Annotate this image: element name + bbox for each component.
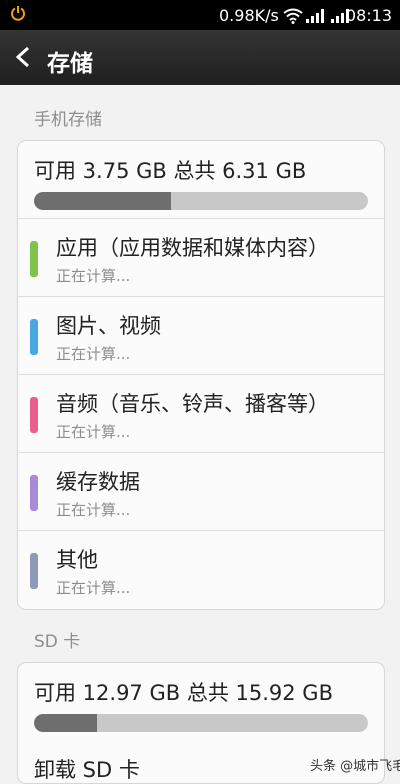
- storage-item-label: 图片、视频: [56, 314, 161, 338]
- storage-item-other[interactable]: 其他 正在计算...: [18, 530, 384, 608]
- watermark: 头条 @城市飞毛腿: [310, 759, 400, 774]
- power-icon: [11, 6, 25, 21]
- status-bar: 0.98K/s 08:13: [0, 0, 400, 30]
- storage-item-label: 缓存数据: [56, 470, 140, 494]
- phone-storage-summary: 可用 3.75 GB 总共 6.31 GB: [34, 159, 307, 183]
- color-swatch: [30, 553, 38, 589]
- network-speed: 0.98K/s: [219, 6, 279, 25]
- wifi-icon: [283, 8, 303, 24]
- sd-card-usage-fill: [34, 714, 98, 732]
- color-swatch: [30, 319, 38, 355]
- storage-item-status: 正在计算...: [56, 423, 131, 441]
- clock: 08:13: [345, 6, 392, 25]
- storage-item-audio[interactable]: 音频（音乐、铃声、播客等） 正在计算...: [18, 374, 384, 452]
- sd-card-usage-bar: [34, 714, 368, 732]
- storage-item-label: 应用（应用数据和媒体内容）: [56, 236, 329, 260]
- storage-item-apps[interactable]: 应用（应用数据和媒体内容） 正在计算...: [18, 218, 384, 296]
- chevron-left-icon[interactable]: [14, 46, 32, 68]
- storage-item-status: 正在计算...: [56, 579, 131, 597]
- page-title: 存储: [47, 51, 93, 77]
- phone-storage-heading: 手机存储: [34, 110, 102, 130]
- storage-item-status: 正在计算...: [56, 267, 131, 285]
- phone-storage-card: 可用 3.75 GB 总共 6.31 GB 应用（应用数据和媒体内容） 正在计算…: [17, 140, 385, 610]
- storage-item-status: 正在计算...: [56, 345, 131, 363]
- color-swatch: [30, 475, 38, 511]
- storage-item-label: 音频（音乐、铃声、播客等）: [56, 392, 329, 416]
- storage-item-pictures-videos[interactable]: 图片、视频 正在计算...: [18, 296, 384, 374]
- signal-icon: [306, 9, 324, 23]
- sd-card-summary: 可用 12.97 GB 总共 15.92 GB: [34, 681, 333, 705]
- sd-card-heading: SD 卡: [34, 632, 81, 652]
- storage-item-status: 正在计算...: [56, 501, 131, 519]
- storage-item-label: 其他: [56, 548, 98, 572]
- storage-item-cache[interactable]: 缓存数据 正在计算...: [18, 452, 384, 530]
- phone-storage-usage-bar: [34, 192, 368, 210]
- phone-storage-usage-fill: [34, 192, 171, 210]
- color-swatch: [30, 241, 38, 277]
- title-bar: 存储: [0, 30, 400, 85]
- color-swatch: [30, 397, 38, 433]
